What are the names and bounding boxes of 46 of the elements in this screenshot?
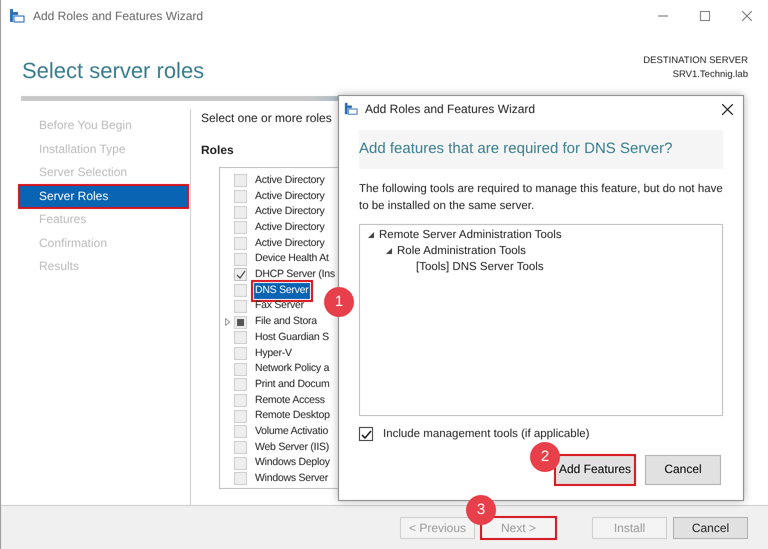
- role-label[interactable]: Hyper-V: [254, 346, 293, 362]
- role-label[interactable]: Active Directory: [254, 172, 326, 189]
- role-label[interactable]: Volume Activatio: [254, 424, 330, 440]
- role-label[interactable]: Fax Server: [254, 298, 305, 314]
- role-label[interactable]: DNS Server: [254, 282, 310, 299]
- role-label[interactable]: Active Directory: [254, 220, 326, 236]
- role-label[interactable]: Network Policy a: [254, 361, 330, 377]
- destination-label: DESTINATION SERVER: [643, 54, 748, 68]
- dialog-button[interactable]: Cancel: [645, 454, 721, 484]
- role-label[interactable]: Device Health At: [254, 251, 330, 268]
- destination-server: SRV1.Technig.lab: [672, 68, 748, 82]
- window-title: Add Roles and Features Wizard: [33, 8, 204, 25]
- tree-item: Role Administration Tools: [397, 244, 526, 259]
- role-label[interactable]: Web Server (IIS): [254, 440, 330, 456]
- dialog-button[interactable]: Add Features: [555, 454, 635, 484]
- role-label[interactable]: Remote Desktop: [254, 408, 331, 424]
- checkbox-label: Include management tools (if applicable): [383, 426, 590, 442]
- step-number-badge: 1: [324, 287, 354, 317]
- role-label[interactable]: Windows Server: [254, 471, 329, 487]
- dialog-description: The following tools are required to manage this feature, but do not have to be installed on the same server.: [359, 182, 723, 214]
- role-label[interactable]: Print and Docum: [254, 376, 330, 393]
- role-label[interactable]: DHCP Server (Ins: [254, 267, 336, 283]
- intro-text: Select one or more roles: [201, 110, 332, 127]
- role-label[interactable]: Active Directory: [254, 188, 326, 204]
- maximize-icon[interactable]: [700, 11, 710, 21]
- page-title: Select server roles: [22, 57, 204, 85]
- checkbox[interactable]: [359, 427, 373, 441]
- role-label[interactable]: Active Directory: [254, 204, 326, 220]
- close-icon[interactable]: [722, 104, 733, 114]
- step-item[interactable]: Server Roles: [19, 184, 188, 208]
- expand-icon[interactable]: [368, 232, 374, 238]
- role-label[interactable]: File and Stora: [254, 314, 318, 330]
- tree-item: Remote Server Administration Tools: [379, 228, 562, 243]
- app-icon: [9, 8, 25, 24]
- role-label[interactable]: Active Directory: [254, 236, 326, 252]
- role-label[interactable]: Remote Access: [254, 392, 326, 408]
- roles-label: Roles: [201, 142, 234, 159]
- role-label[interactable]: Windows Deploy: [254, 455, 331, 472]
- role-label[interactable]: Host Guardian S: [254, 330, 330, 346]
- dialog-title: Add Roles and Features Wizard: [365, 101, 536, 118]
- tree-item: [Tools] DNS Server Tools: [416, 260, 544, 275]
- dialog-heading: Add features that are required for DNS Server?: [359, 130, 723, 168]
- expand-icon[interactable]: [386, 248, 392, 254]
- app-icon: [344, 102, 358, 116]
- checkbox[interactable]: [234, 268, 247, 282]
- wizard-button[interactable]: Cancel: [673, 516, 748, 538]
